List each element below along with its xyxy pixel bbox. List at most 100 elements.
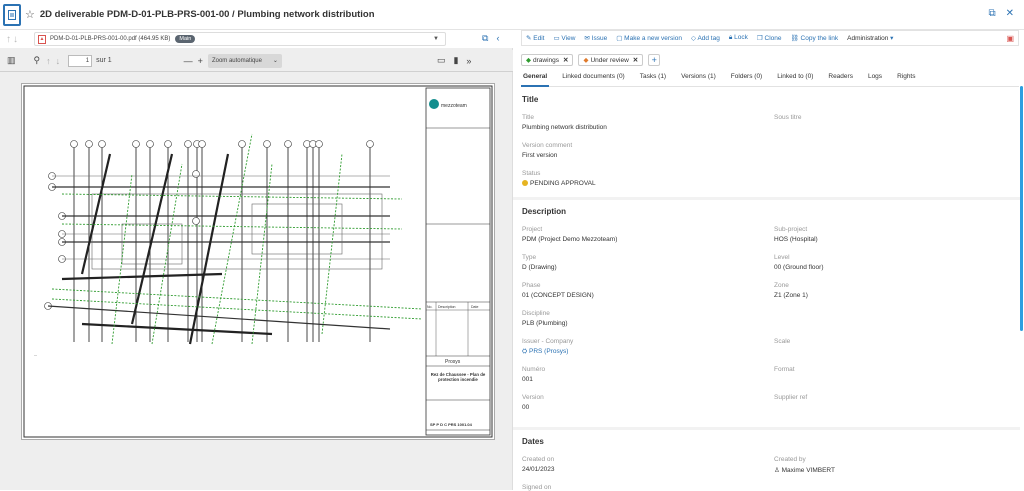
tab-folders[interactable]: Folders (0) [729,71,764,87]
issuer-link[interactable]: ⛭ PRS (Prosys) [522,348,568,356]
document-icon[interactable] [3,3,21,26]
dates-card: Dates Created on 24/01/2023 Created by ♙… [513,430,1020,491]
tab-linked-documents[interactable]: Linked documents (0) [560,71,627,87]
tab-bar: General Linked documents (0) Tasks (1) V… [521,71,1019,87]
file-bar: ↑ ↓ ▲ PDM-D-01-PLB-PRS-001-00.pdf (464.9… [0,30,513,48]
tab-linked-to[interactable]: Linked to (0) [775,71,815,87]
view-button[interactable]: ▭ View [553,34,575,42]
add-tag-icon[interactable]: + [648,54,661,66]
created-by-value: ♙ Maxime VIMBERT [774,466,835,474]
status-label: Status [522,170,541,177]
file-select[interactable]: ▲ PDM-D-01-PLB-PRS-001-00.pdf (464.95 KB… [34,32,446,46]
document-viewer: ↑ ↓ ▲ PDM-D-01-PLB-PRS-001-00.pdf (464.9… [0,30,513,490]
zone-label: Zone [774,282,789,289]
page-title: 2D deliverable PDM-D-01-PLB-PRS-001-00 /… [39,9,375,20]
remove-tag-icon[interactable]: ✕ [563,56,568,64]
status-value: PENDING APPROVAL [522,180,596,187]
drawing-page: mezzoteam No. Description Date Prosys Re… [21,83,495,440]
tag-icon: ◆ [526,57,531,64]
drawing-company: Prosys [445,359,461,365]
scrollbar[interactable] [1020,86,1023,331]
created-by-name: Maxime VIMBERT [781,467,835,474]
chevron-down-icon: ▼ [433,36,439,42]
clone-label: Clone [764,35,782,42]
user-icon: ♙ [774,467,782,474]
clone-button[interactable]: ❐ Clone [757,34,782,42]
level-value: 00 (Ground floor) [774,264,824,271]
sidebar-toggle-icon[interactable]: ▥ [7,55,16,66]
page-number-input[interactable]: 1 [68,54,93,67]
numero-value: 001 [522,376,533,383]
title-card: Title Title Plumbing network distributio… [513,88,1020,197]
previous-page-icon[interactable]: ↑ [46,56,51,66]
arrow-down-icon[interactable]: ↓ [13,34,18,45]
tab-general[interactable]: General [521,71,550,87]
lock-label: Lock [734,34,748,41]
tag-drawings[interactable]: ◆ drawings ✕ [521,54,574,66]
tag-icon: ◆ [583,57,589,64]
administration-label: Administration [847,35,889,42]
discipline-label: Discipline [522,310,550,317]
description-card: Description Project PDM (Project Demo Me… [513,200,1020,427]
more-tools-icon[interactable]: » [466,56,471,66]
page-total: sur 1 [96,57,112,64]
version-label: Version [522,394,544,401]
title-bar: ☆ 2D deliverable PDM-D-01-PLB-PRS-001-00… [0,0,1024,30]
search-icon[interactable]: ⚲ [34,55,41,66]
created-on-label: Created on [522,456,555,463]
company-icon: ⛭ [522,348,530,355]
close-icon[interactable]: ✕ [1006,8,1014,19]
expand-icon[interactable]: ⧉ [482,33,488,44]
tab-rights[interactable]: Rights [895,71,917,87]
next-page-icon[interactable]: ↓ [56,56,61,66]
edit-button[interactable]: ✎ Edit [526,34,544,42]
arrow-up-icon[interactable]: ↑ [6,34,11,45]
zoom-in-icon[interactable]: + [198,56,203,66]
title-heading: Title [522,95,539,104]
plumbing-drawing: mezzoteam No. Description Date Prosys Re… [23,85,493,438]
dates-heading: Dates [522,437,544,446]
phase-label: Phase [522,282,541,289]
zoom-select[interactable]: Zoom automatique ⌄ [207,53,282,68]
svg-text:—: — [34,353,37,357]
collapse-left-icon[interactable]: ‹ [496,33,499,44]
pdf-download-icon[interactable]: ▣ [1006,34,1014,43]
tag-label: drawings [533,56,560,64]
administration-menu[interactable]: Administration ▾ [847,34,893,42]
add-tag-button[interactable]: ◇ Add tag [691,34,720,42]
lock-button[interactable]: 🔒︎ Lock [729,34,748,42]
branch-badge: Main [175,35,196,43]
remove-tag-icon[interactable]: ✕ [633,56,638,64]
tab-logs[interactable]: Logs [866,71,884,87]
open-external-icon[interactable]: ⧉ [988,8,995,19]
new-version-button[interactable]: ▢ Make a new version [616,34,682,42]
file-name: PDM-D-01-PLB-PRS-001-00.pdf (464.95 KB) [50,36,171,42]
level-label: Level [774,254,790,261]
tag-list: ◆ drawings ✕ ◆ Under review ✕ + [521,54,661,66]
title-value: Plumbing network distribution [522,124,607,131]
tab-versions[interactable]: Versions (1) [679,71,718,87]
type-label: Type [522,254,537,261]
supplier-label: Supplier ref [774,394,808,401]
numero-label: Numéro [522,366,546,373]
drawing-ref: SP P D C PRS 1001.04 [430,422,473,427]
viewer-toolbar: ▥ ⚲ ↑ ↓ 1 sur 1 — + Zoom automatique ⌄ ▭… [0,50,513,72]
tab-tasks[interactable]: Tasks (1) [638,71,668,87]
issue-button[interactable]: ✉ Issue [584,34,607,42]
description-heading: Description [522,207,567,216]
version-comment-value: First version [522,152,558,159]
version-value: 00 [522,404,530,411]
bookmark-icon[interactable]: ▮ [453,55,458,66]
zoom-out-icon[interactable]: — [184,56,193,66]
open-file-icon[interactable]: ▭ [437,55,446,66]
subtitle-label: Sous titre [774,114,802,121]
issue-label: Issue [591,35,608,42]
drawing-title: Rez de Chaussee - Plan de protection inc… [430,372,486,383]
copy-link-label: Copy the link [800,35,839,42]
favorite-star-icon[interactable]: ☆ [25,8,35,21]
add-tag-label: Add tag [697,35,720,42]
tab-readers[interactable]: Readers [826,71,855,87]
copy-link-button[interactable]: ⛓ Copy the link [790,34,838,42]
edit-label: Edit [533,35,545,42]
tag-under-review[interactable]: ◆ Under review ✕ [578,54,644,66]
